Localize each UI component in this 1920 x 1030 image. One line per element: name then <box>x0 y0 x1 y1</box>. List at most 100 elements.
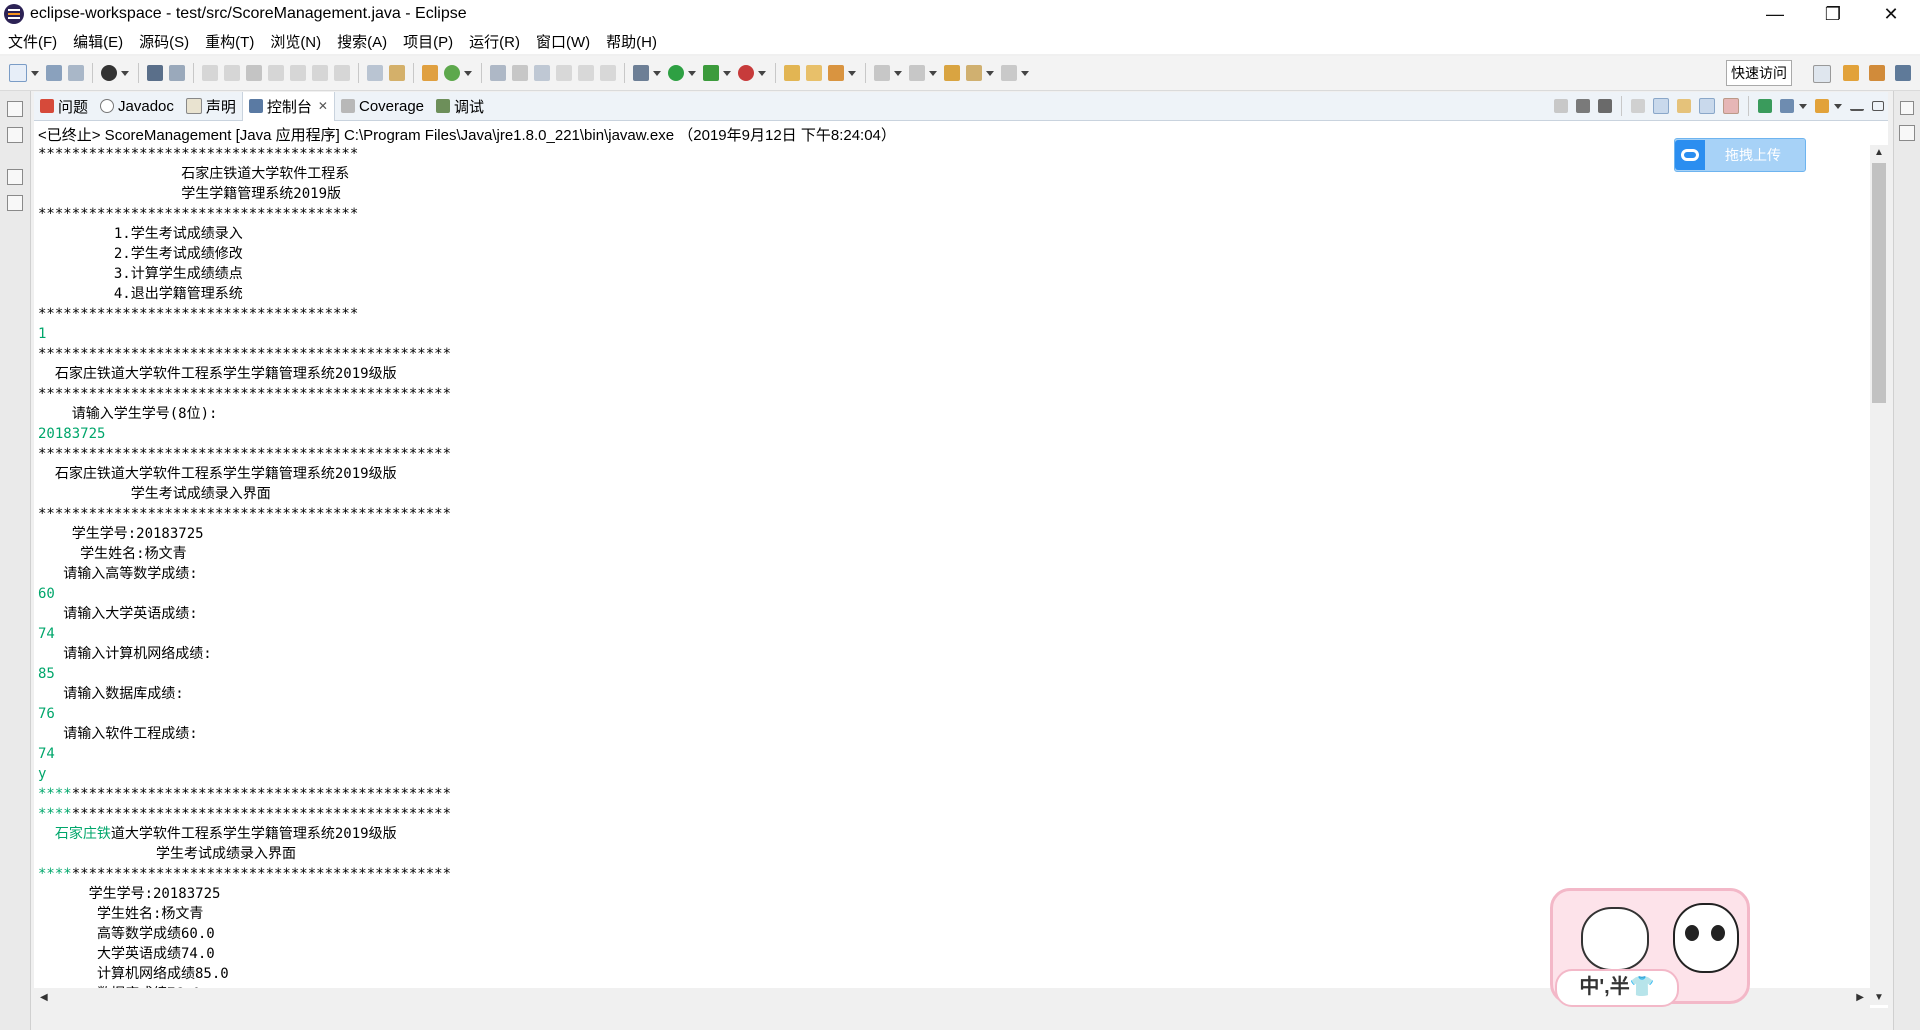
show-on-stderr-icon[interactable] <box>1723 98 1739 114</box>
tab-javadoc[interactable]: Javadoc <box>94 92 180 120</box>
new-java-class-icon[interactable] <box>444 65 460 81</box>
toggle-mark-icon[interactable] <box>512 65 528 81</box>
new-dropdown-icon[interactable] <box>31 70 39 76</box>
search-icon[interactable] <box>828 65 844 81</box>
terminal-icon[interactable] <box>147 65 163 81</box>
java-ee-perspective-icon[interactable] <box>1843 65 1859 81</box>
scroll-left-icon[interactable]: ◀ <box>40 992 48 1003</box>
show-on-stdout-icon[interactable] <box>1699 98 1715 114</box>
minimize-button[interactable]: — <box>1746 0 1804 28</box>
menu-search[interactable]: 搜索(A) <box>329 31 395 52</box>
open-task-icon[interactable] <box>389 65 405 81</box>
coverage-dropdown-icon[interactable] <box>723 70 731 76</box>
suspend-icon[interactable] <box>224 65 240 81</box>
forward-dropdown-icon[interactable] <box>1021 70 1029 76</box>
open-console-icon[interactable] <box>1815 99 1829 113</box>
save-all-icon[interactable] <box>68 65 84 81</box>
open-console-dropdown-icon[interactable] <box>1834 103 1842 109</box>
next-annotation-icon[interactable] <box>874 65 890 81</box>
external-tools-dropdown-icon[interactable] <box>758 70 766 76</box>
package-explorer-icon[interactable] <box>7 127 23 143</box>
coverage-run-icon[interactable] <box>703 65 719 81</box>
scroll-lock-icon[interactable] <box>1653 98 1669 114</box>
step-return-icon[interactable] <box>334 65 350 81</box>
new-icon[interactable] <box>9 64 27 82</box>
menu-help[interactable]: 帮助(H) <box>598 31 665 52</box>
skip-breakpoints-icon[interactable] <box>169 65 185 81</box>
close-icon[interactable]: ✕ <box>318 99 328 113</box>
scroll-up-icon[interactable]: ▲ <box>1874 147 1884 158</box>
previous-annotation-icon[interactable] <box>909 65 925 81</box>
new-class-dropdown-icon[interactable] <box>464 70 472 76</box>
drag-upload-button[interactable]: 拖拽上传 <box>1674 138 1806 172</box>
menu-file[interactable]: 文件(F) <box>0 31 65 52</box>
toggle-block-icon[interactable] <box>534 65 550 81</box>
tab-console[interactable]: 控制台 ✕ <box>241 91 335 121</box>
console-output[interactable]: ************************************** 石… <box>38 144 1858 1006</box>
last-edit-icon[interactable] <box>944 65 960 81</box>
outline-icon[interactable] <box>7 195 23 211</box>
restore-view-icon[interactable] <box>7 169 23 185</box>
remove-launch-icon[interactable] <box>1576 99 1590 113</box>
disconnect-icon[interactable] <box>268 65 284 81</box>
back-icon[interactable] <box>966 65 982 81</box>
next-annotation-dropdown-icon[interactable] <box>894 70 902 76</box>
save-icon[interactable] <box>46 65 62 81</box>
profile-dropdown-icon[interactable] <box>121 70 129 76</box>
new-java-package-icon[interactable] <box>422 65 438 81</box>
step-over-icon[interactable] <box>312 65 328 81</box>
menu-refactor[interactable]: 重构(T) <box>197 31 262 52</box>
external-tools-icon[interactable] <box>738 65 754 81</box>
tab-problems[interactable]: 问题 <box>34 92 94 120</box>
close-button[interactable]: ✕ <box>1862 0 1920 28</box>
open-resource-icon[interactable] <box>806 65 822 81</box>
java-perspective-icon[interactable] <box>1869 65 1885 81</box>
display-console-icon[interactable] <box>1780 99 1794 113</box>
debug-dropdown-icon[interactable] <box>653 70 661 76</box>
step-into-icon[interactable] <box>290 65 306 81</box>
restore-button[interactable]: ❐ <box>1804 0 1862 28</box>
terminate-icon[interactable] <box>1554 99 1568 113</box>
restore-view-icon[interactable] <box>1900 101 1914 115</box>
forward-icon[interactable] <box>1001 65 1017 81</box>
block-select-icon[interactable] <box>600 65 616 81</box>
search-dropdown-icon[interactable] <box>848 70 856 76</box>
debug-perspective-icon[interactable] <box>1895 65 1911 81</box>
menu-edit[interactable]: 编辑(E) <box>65 31 131 52</box>
ime-mode-indicator[interactable]: 中',半👕 <box>1555 969 1679 1007</box>
menu-navigate[interactable]: 浏览(N) <box>262 31 329 52</box>
menu-project[interactable]: 项目(P) <box>395 31 461 52</box>
menu-source[interactable]: 源码(S) <box>131 31 197 52</box>
open-type-icon[interactable] <box>784 65 800 81</box>
minimize-view-icon[interactable] <box>1850 101 1864 111</box>
tab-debug[interactable]: 调试 <box>430 92 490 120</box>
vertical-scrollbar[interactable]: ▲ ▼ <box>1870 145 1888 1005</box>
tab-coverage[interactable]: Coverage <box>335 92 430 120</box>
task-list-icon[interactable] <box>1899 125 1915 141</box>
ime-status-widget[interactable]: 中',半👕 <box>1550 888 1750 1007</box>
debug-icon[interactable] <box>633 65 649 81</box>
display-console-dropdown-icon[interactable] <box>1799 103 1807 109</box>
pin-console-icon[interactable] <box>1758 99 1772 113</box>
run-icon[interactable] <box>668 65 684 81</box>
word-wrap-icon[interactable] <box>1677 99 1691 113</box>
restore-view-icon[interactable] <box>7 101 23 117</box>
run-dropdown-icon[interactable] <box>688 70 696 76</box>
clear-console-icon[interactable] <box>1631 99 1645 113</box>
scroll-down-icon[interactable]: ▼ <box>1874 992 1884 1003</box>
open-perspective-icon[interactable] <box>1813 65 1831 83</box>
format-icon[interactable] <box>490 65 506 81</box>
tab-declaration[interactable]: 声明 <box>180 92 242 120</box>
menu-window[interactable]: 窗口(W) <box>528 31 598 52</box>
scroll-right-icon[interactable]: ▶ <box>1856 992 1864 1003</box>
terminate-icon[interactable] <box>246 65 262 81</box>
word-wrap-icon[interactable] <box>578 65 594 81</box>
remove-all-terminated-icon[interactable] <box>1598 99 1612 113</box>
back-dropdown-icon[interactable] <box>986 70 994 76</box>
resume-icon[interactable] <box>202 65 218 81</box>
quick-access-field[interactable]: 快速访问 <box>1726 60 1792 86</box>
previous-annotation-dropdown-icon[interactable] <box>929 70 937 76</box>
profile-icon[interactable] <box>101 65 117 81</box>
use-step-filters-icon[interactable] <box>367 65 383 81</box>
maximize-view-icon[interactable] <box>1872 101 1884 111</box>
